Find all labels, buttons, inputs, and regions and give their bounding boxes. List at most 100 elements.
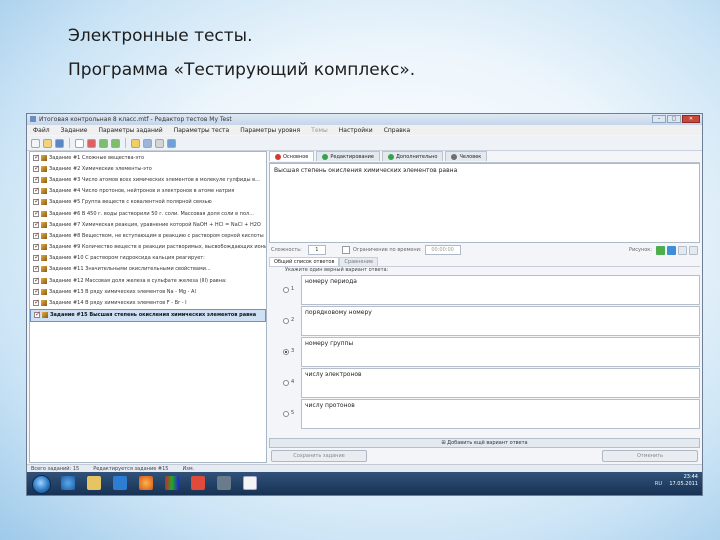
add-task-icon[interactable] <box>75 138 84 148</box>
question-text: Высшая степень окисления химических элем… <box>274 167 458 174</box>
tab-additional-label: Дополнительно <box>396 153 438 160</box>
task-list-item[interactable]: Задание #13 В ряду химических элементов … <box>30 286 266 297</box>
task-list-item[interactable]: Задание #14 В ряду химических элементов … <box>30 297 266 308</box>
answer-hint: Укажите один верный вариант ответа: <box>285 267 389 273</box>
answer-text-field[interactable]: порядковому номеру <box>301 306 700 336</box>
task-check-icon <box>33 220 40 228</box>
menu-test-params[interactable]: Параметры теста <box>174 127 230 134</box>
tray-clock[interactable]: 23:44 17.05.2011 <box>669 474 698 488</box>
time-limit-checkbox[interactable] <box>341 246 350 254</box>
test-run-icon[interactable] <box>131 138 140 148</box>
color-app-icon[interactable] <box>165 476 179 490</box>
action-buttons: Сохранить задание Отменить <box>269 450 700 462</box>
task-list-item[interactable]: Задание #2 Химические элементы-это <box>30 163 266 174</box>
task-label: Задание #1 Сложные вещества-это <box>49 154 145 161</box>
task-check-icon <box>33 231 40 239</box>
answer-text-field[interactable]: номеру группы <box>301 337 700 367</box>
firefox-icon[interactable] <box>139 476 153 490</box>
menu-task-params[interactable]: Параметры заданий <box>98 127 162 134</box>
tab-editing[interactable]: Редактирование <box>316 151 381 161</box>
task-list-item[interactable]: Задание #7 Химическая реакция, уравнение… <box>30 219 266 230</box>
help-icon[interactable] <box>167 138 176 148</box>
app-icon[interactable] <box>217 476 231 490</box>
tab-main-label: Основное <box>283 153 309 160</box>
new-file-icon[interactable] <box>31 138 40 148</box>
close-button[interactable]: ✕ <box>682 115 700 123</box>
task-label: Задание #15 Высшая степень окисления хим… <box>50 312 257 319</box>
tab-main[interactable]: Основное <box>269 151 315 161</box>
task-list-item[interactable]: Задание #10 С раствором гидроксида кальц… <box>30 253 266 264</box>
task-list-item[interactable]: Задание #5 Группа веществ с ковалентной … <box>30 197 266 208</box>
explorer-folder-icon[interactable] <box>87 476 101 490</box>
add-answer-button[interactable]: ⊞ Добавить ещё вариант ответа <box>269 438 700 448</box>
tab-additional[interactable]: Дополнительно <box>382 151 444 161</box>
start-button[interactable] <box>32 475 51 494</box>
answer-radio[interactable] <box>283 287 289 293</box>
print-icon[interactable] <box>155 138 164 148</box>
task-list-item[interactable]: Задание #3 Число атомов всех химических … <box>30 174 266 185</box>
answer-text-field[interactable]: числу электронов <box>301 368 700 398</box>
cancel-button[interactable]: Отменить <box>602 450 698 462</box>
tab-person[interactable]: Человек <box>445 151 488 161</box>
open-folder-icon[interactable] <box>43 138 52 148</box>
mytest-editor-icon[interactable] <box>243 476 257 490</box>
internet-explorer-icon[interactable] <box>61 476 75 490</box>
task-check-icon <box>33 164 40 172</box>
answer-text-field[interactable]: числу протонов <box>301 399 700 429</box>
picture-options-icon[interactable] <box>689 245 698 255</box>
answer-radio[interactable] <box>283 380 289 386</box>
task-edit-icon <box>41 176 47 183</box>
task-list-item[interactable]: Задание #8 Веществом, не вступающим в ре… <box>30 230 266 241</box>
task-label: Задание #3 Число атомов всех химических … <box>49 176 260 183</box>
task-label: Задание #14 В ряду химических элементов … <box>49 300 187 307</box>
task-check-icon <box>33 253 40 262</box>
task-list-item[interactable]: Задание #11 Значительными окислительными… <box>30 264 266 275</box>
window-title: Итоговая контрольная 8 класс.mtf - Редак… <box>39 116 232 123</box>
menu-level-params[interactable]: Параметры уровня <box>240 127 300 134</box>
menu-help[interactable]: Справка <box>384 127 410 134</box>
menu-task[interactable]: Задание <box>61 127 88 134</box>
time-limit-input[interactable]: 00:00:00 <box>424 245 461 255</box>
difficulty-input[interactable]: 1 <box>307 245 326 255</box>
task-edit-icon <box>41 199 47 206</box>
save-icon[interactable] <box>55 138 64 148</box>
save-task-button[interactable]: Сохранить задание <box>271 450 367 462</box>
move-up-icon[interactable] <box>99 138 108 148</box>
answer-radio-selected[interactable] <box>283 349 289 355</box>
answer-item: 4 числу электронов <box>269 368 700 399</box>
move-down-icon[interactable] <box>111 138 120 148</box>
minimize-button[interactable]: – <box>652 115 666 123</box>
edit-picture-icon[interactable] <box>667 245 676 255</box>
task-list-item[interactable]: Задание #4 Число протонов, нейтронов и э… <box>30 186 266 197</box>
settings-icon[interactable] <box>143 138 152 148</box>
menu-settings[interactable]: Настройки <box>339 127 373 134</box>
task-list-item[interactable]: Задание #12 Массовая доля железа в сульф… <box>30 275 266 286</box>
powerpoint-icon[interactable] <box>191 476 205 490</box>
task-label: Задание #13 В ряду химических элементов … <box>49 288 196 295</box>
tab-comparison[interactable]: Сравнение <box>339 257 379 266</box>
answer-radio[interactable] <box>283 318 289 324</box>
task-edit-icon <box>41 154 47 161</box>
remove-picture-icon[interactable] <box>678 245 687 255</box>
task-list-item-selected[interactable]: Задание #15 Высшая степень окисления хим… <box>30 308 266 322</box>
task-list-item[interactable]: Задание #6 В 450 г. воды растворили 50 г… <box>30 208 266 219</box>
task-list-item[interactable]: Задание #9 Количество веществ в реакции … <box>30 242 266 253</box>
menu-file[interactable]: Файл <box>33 127 50 134</box>
toolbar-separator <box>69 138 70 148</box>
delete-task-icon[interactable] <box>87 138 96 148</box>
tray-language[interactable]: RU <box>655 481 662 487</box>
task-list-item[interactable]: Задание #1 Сложные вещества-это <box>30 152 266 163</box>
question-text-editor[interactable]: Высшая степень окисления химических элем… <box>269 163 700 243</box>
toolbar-separator <box>125 138 126 148</box>
answer-radio[interactable] <box>283 411 289 417</box>
answer-subtabs: Общий список ответов Сравнение <box>269 257 700 267</box>
tab-person-icon <box>451 153 458 160</box>
tray-time: 23:44 <box>683 474 698 480</box>
add-answer-label: Добавить ещё вариант ответа <box>447 440 528 446</box>
tab-answer-list[interactable]: Общий список ответов <box>269 257 340 266</box>
answer-text-field[interactable]: номеру периода <box>301 275 700 305</box>
add-picture-icon[interactable] <box>656 245 665 255</box>
media-player-icon[interactable] <box>113 476 127 490</box>
maximize-button[interactable]: □ <box>667 115 681 123</box>
menu-topics[interactable]: Темы <box>311 127 328 134</box>
